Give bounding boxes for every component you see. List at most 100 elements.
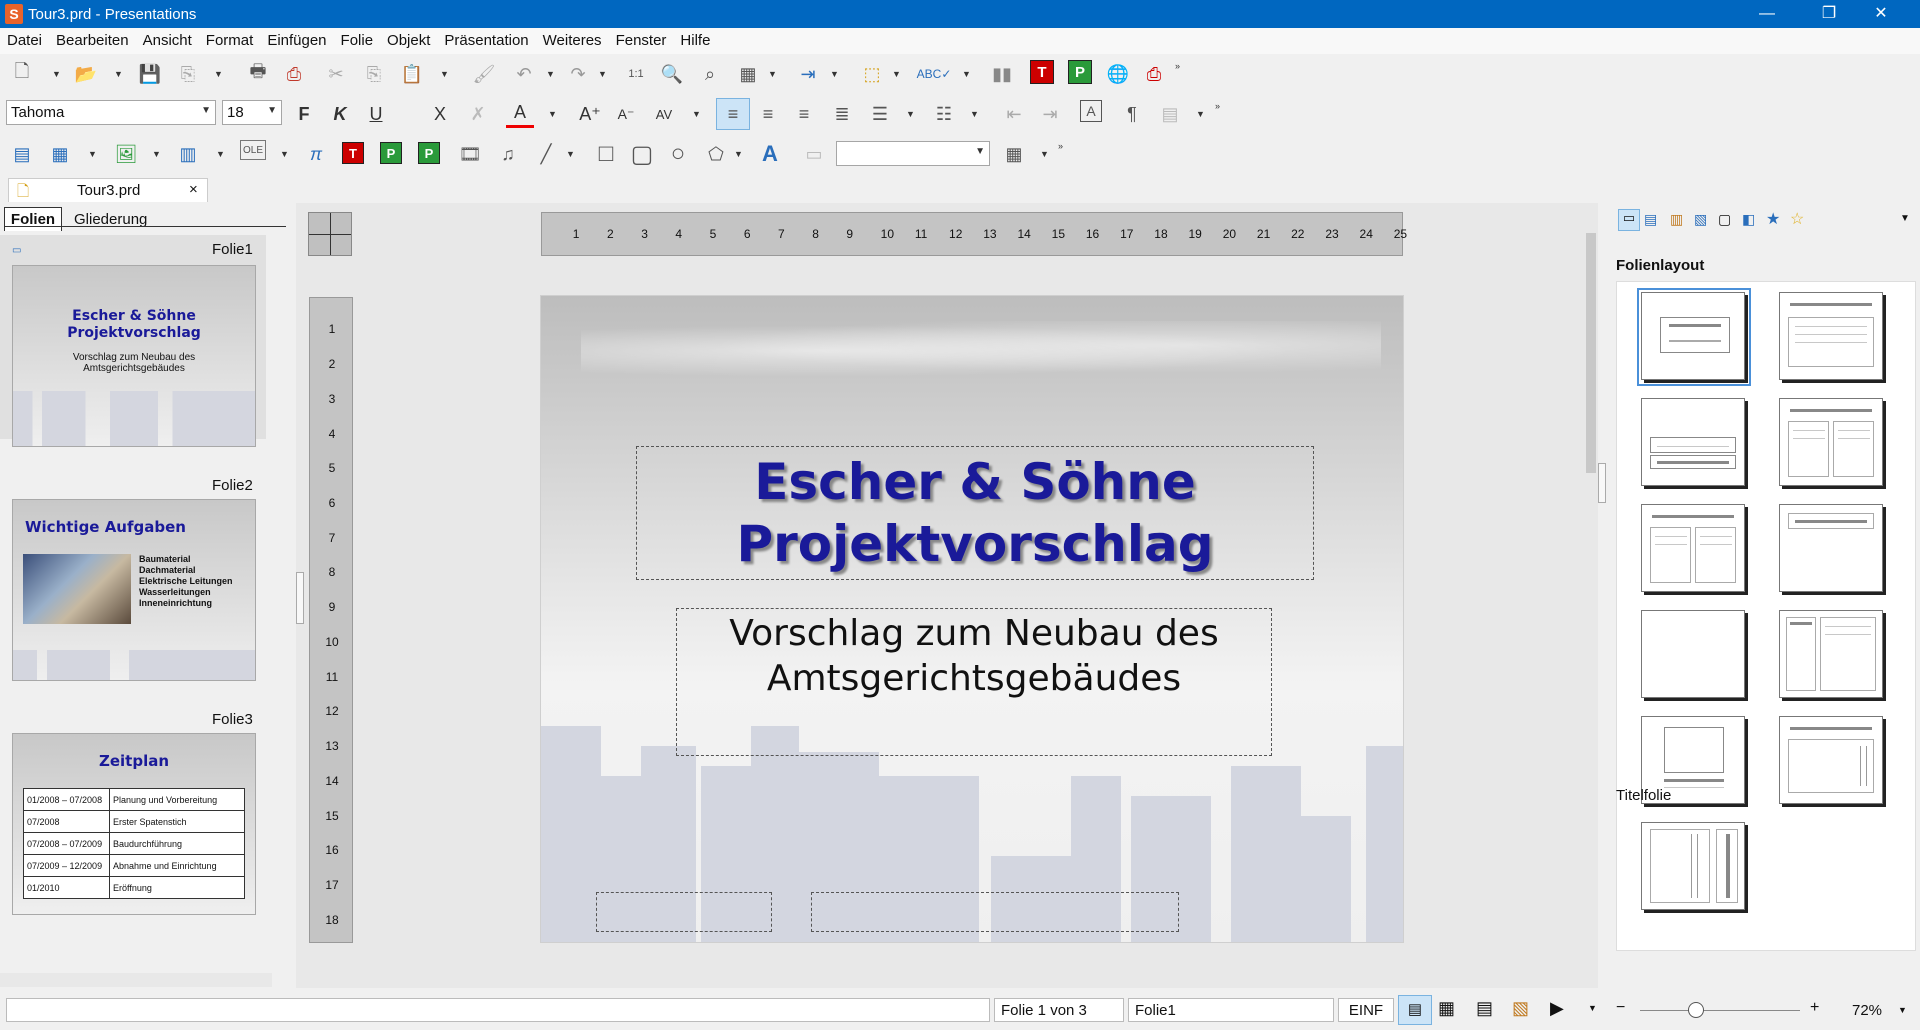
bold-button[interactable]: F xyxy=(290,100,318,128)
sidebar-transition-icon[interactable]: ▢ xyxy=(1718,211,1731,228)
app-icon[interactable]: S xyxy=(5,4,23,24)
font-color-dropdown-icon[interactable]: ▼ xyxy=(548,100,558,128)
columns-dropdown-icon[interactable]: ▼ xyxy=(1196,100,1206,128)
grow-font-icon[interactable]: A⁺ xyxy=(576,100,604,128)
bullets-dropdown-icon[interactable]: ▼ xyxy=(906,100,916,128)
import-icon[interactable]: ⇥ xyxy=(794,60,822,88)
insert-object-dropdown-icon[interactable]: ▼ xyxy=(768,60,778,88)
table-dropdown-icon[interactable]: ▼ xyxy=(88,140,98,168)
font-size-field[interactable]: 18 ▼ xyxy=(222,100,282,125)
canvas-hscrollbar[interactable] xyxy=(296,974,1584,988)
strikethrough-button[interactable]: X xyxy=(426,100,454,128)
underline-button[interactable]: U xyxy=(362,100,390,128)
slideshow-icon[interactable]: ▶ xyxy=(1550,998,1564,1019)
menu-hilfe[interactable]: Hilfe xyxy=(673,28,717,49)
rounded-rectangle-icon[interactable]: ▢ xyxy=(628,140,656,168)
object-overflow-icon[interactable]: » xyxy=(1058,132,1068,160)
slides-scrollbar[interactable] xyxy=(272,231,286,981)
open-dropdown-icon[interactable]: ▼ xyxy=(114,60,124,88)
canvas-vscroll-thumb[interactable] xyxy=(1586,233,1596,473)
ellipse-icon[interactable]: ○ xyxy=(664,140,692,168)
font-name-field[interactable]: Tahoma ▼ xyxy=(6,100,216,125)
subtitle-placeholder[interactable]: Vorschlag zum Neubau des Amtsgerichtsgeb… xyxy=(676,608,1272,756)
document-tab[interactable]: 🗋 Tour3.prd × xyxy=(8,178,208,202)
sidebar-collapse-handle[interactable] xyxy=(1598,463,1606,503)
font-dropdown-icon[interactable]: ▼ xyxy=(201,105,211,116)
align-right-icon[interactable]: ≡ xyxy=(790,100,818,128)
ole-dropdown-icon[interactable]: ▼ xyxy=(280,140,290,168)
handout-view-icon[interactable]: ▧ xyxy=(1512,998,1529,1019)
redo-dropdown-icon[interactable]: ▼ xyxy=(598,60,608,88)
clear-format-icon[interactable]: ✗ xyxy=(464,100,492,128)
sidebar-colors-icon[interactable]: ▥ xyxy=(1670,211,1683,228)
redo-icon[interactable]: ↷ xyxy=(564,60,592,88)
paragraph-icon[interactable]: ¶ xyxy=(1118,100,1146,128)
zoom-dropdown-icon[interactable]: ▼ xyxy=(1898,1005,1907,1015)
layout-title-only[interactable] xyxy=(1779,504,1883,592)
frame-dropdown-icon[interactable]: ▼ xyxy=(892,60,902,88)
sidebar-favorites-icon[interactable]: ☆ xyxy=(1790,209,1804,229)
textmaker-icon[interactable]: T xyxy=(1030,60,1054,84)
align-center-icon[interactable]: ≡ xyxy=(754,100,782,128)
slide1-thumbnail[interactable]: Escher & Söhne Projektvorschlag Vorschla… xyxy=(12,265,256,447)
menu-weiteres[interactable]: Weiteres xyxy=(536,28,609,49)
justify-icon[interactable]: ≣ xyxy=(828,100,856,128)
tab-folien[interactable]: Folien xyxy=(4,207,62,231)
text-frame-icon[interactable]: A xyxy=(1080,100,1102,122)
save-dropdown-icon[interactable]: ▼ xyxy=(214,60,224,88)
menu-folie[interactable]: Folie xyxy=(334,28,381,49)
menu-format[interactable]: Format xyxy=(199,28,261,49)
chart-dropdown-icon[interactable]: ▼ xyxy=(216,140,226,168)
undo-dropdown-icon[interactable]: ▼ xyxy=(546,60,556,88)
zoom-slider-track[interactable] xyxy=(1640,1010,1800,1011)
layout-blank[interactable] xyxy=(1641,610,1745,698)
bullets-icon[interactable]: ☰ xyxy=(866,100,894,128)
layout-comparison[interactable] xyxy=(1641,504,1745,592)
style-dropdown-icon[interactable]: ▼ xyxy=(975,146,985,157)
cut-icon[interactable]: ✂ xyxy=(322,60,350,88)
presentation-pdf-icon[interactable]: ⎙ xyxy=(1140,60,1168,88)
status-insert-mode[interactable]: EINF xyxy=(1338,998,1394,1022)
web-icon[interactable]: 🌐 xyxy=(1104,60,1132,88)
zoom-in-icon[interactable]: + xyxy=(1810,999,1819,1017)
textbox-icon[interactable]: ▤ xyxy=(8,140,36,168)
menu-bearbeiten[interactable]: Bearbeiten xyxy=(49,28,136,49)
picture-dropdown-icon[interactable]: ▼ xyxy=(152,140,162,168)
menu-ansicht[interactable]: Ansicht xyxy=(136,28,199,49)
font-color-icon[interactable]: A xyxy=(506,100,534,128)
current-slide[interactable]: Escher & Söhne Projektvorschlag Vorschla… xyxy=(540,295,1404,943)
find-icon[interactable]: ⌕ xyxy=(696,60,724,88)
menu-datei[interactable]: Datei xyxy=(0,28,49,49)
sidebar-design-icon[interactable]: ▤ xyxy=(1644,211,1657,228)
line-dropdown-icon[interactable]: ▼ xyxy=(566,140,576,168)
menu-einfuegen[interactable]: Einfügen xyxy=(260,28,333,49)
save-icon[interactable]: 💾 xyxy=(136,60,164,88)
layout-vertical-text[interactable] xyxy=(1779,716,1883,804)
autoshape-icon[interactable]: ⬠ xyxy=(702,140,730,168)
ruler-origin[interactable] xyxy=(308,212,352,256)
picture-icon[interactable]: 🖼 xyxy=(112,140,140,168)
grid-icon[interactable]: ▦ xyxy=(1000,140,1028,168)
menu-objekt[interactable]: Objekt xyxy=(380,28,437,49)
frame-icon[interactable]: ⬚ xyxy=(858,60,886,88)
line-icon[interactable]: ╱ xyxy=(532,140,560,168)
rectangle-icon[interactable]: □ xyxy=(592,140,620,168)
ole-icon[interactable]: OLE xyxy=(240,140,266,160)
toolbar-overflow-icon[interactable]: » xyxy=(1175,52,1185,80)
formula-icon[interactable]: π xyxy=(302,140,330,168)
zoom-level[interactable]: 72% xyxy=(1852,1002,1882,1019)
slide3-thumbnail[interactable]: Zeitplan 01/2008 – 07/2008 Planung und Vo… xyxy=(12,733,256,915)
spellcheck-icon[interactable]: ABC✓ xyxy=(917,60,952,88)
minimize-button[interactable]: — xyxy=(1744,0,1790,28)
format-painter-icon[interactable]: 🖌 xyxy=(470,60,498,88)
decrease-indent-icon[interactable]: ⇤ xyxy=(1000,100,1028,128)
char-spacing-dropdown-icon[interactable]: ▼ xyxy=(692,100,702,128)
save-all-icon[interactable]: ⎘ xyxy=(174,60,202,88)
layout-two-columns[interactable] xyxy=(1779,398,1883,486)
menu-fenster[interactable]: Fenster xyxy=(609,28,674,49)
autoshape-dropdown-icon[interactable]: ▼ xyxy=(734,140,744,168)
menu-praesentation[interactable]: Präsentation xyxy=(437,28,535,49)
insert-planmaker-icon[interactable]: P xyxy=(380,142,402,164)
date-placeholder[interactable] xyxy=(596,892,772,932)
format-overflow-icon[interactable]: » xyxy=(1215,92,1225,120)
